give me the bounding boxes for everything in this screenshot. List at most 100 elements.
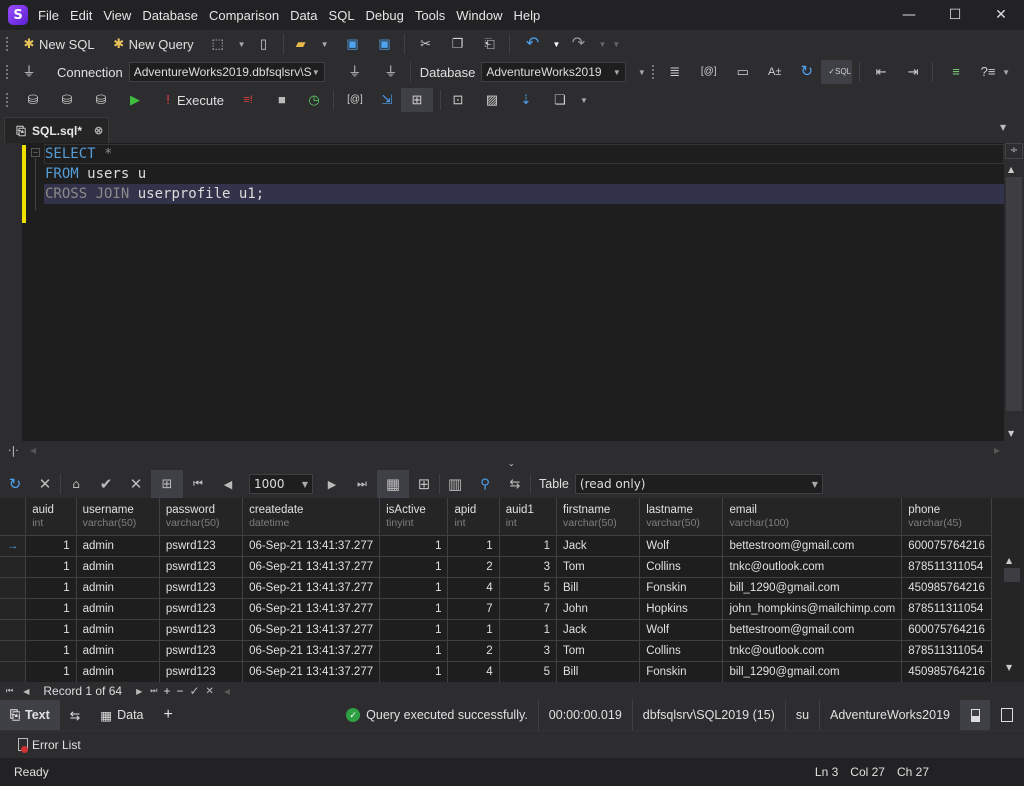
grid-cell-lastname[interactable]: Collins (639, 556, 724, 578)
editor-vertical-scrollbar[interactable]: ÷ ▲ ▼ (1004, 143, 1024, 441)
menu-comparison[interactable]: Comparison (209, 8, 279, 23)
scroll-up-icon[interactable]: ▲ (1008, 165, 1014, 174)
column-header[interactable]: username varchar(50) (76, 498, 160, 536)
grid-cell-email[interactable]: tnkc@outlook.com (722, 640, 903, 662)
menu-edit[interactable]: Edit (70, 8, 92, 23)
menu-sql[interactable]: SQL (329, 8, 355, 23)
table-row[interactable]: → 1 admin pswrd123 06-Sep-21 13:41:37.277 1 1 1… (0, 535, 992, 557)
column-header[interactable]: isActive tinyint (379, 498, 449, 536)
grid-cell-auid[interactable]: 1 (25, 619, 77, 641)
toolbar-grip[interactable] (651, 65, 655, 79)
page-size-select[interactable]: 1000 ▼ (249, 474, 313, 494)
grid-cell-firstname[interactable]: John (556, 598, 641, 620)
undo-dropdown-icon[interactable]: ▼ (553, 40, 561, 49)
panel-collapse-icon[interactable]: ⌄ (508, 459, 515, 468)
menu-help[interactable]: Help (513, 8, 540, 23)
grid-cell-lastname[interactable]: Wolf (639, 619, 724, 641)
new-document-dropdown-icon[interactable]: ▼ (238, 40, 246, 49)
open-dropdown-icon[interactable]: ▼ (321, 40, 329, 49)
grid-cell-createdate[interactable]: 06-Sep-21 13:41:37.277 (242, 577, 381, 599)
validate-sql-button[interactable]: ✓SQL (820, 60, 853, 84)
grid-cell-auid[interactable]: 1 (25, 556, 77, 578)
grid-cell-isActive[interactable]: 1 (379, 598, 449, 620)
toolbar-grip[interactable] (6, 65, 9, 79)
scroll-left-icon[interactable]: ◀ (30, 446, 36, 455)
grid-cell-password[interactable]: pswrd123 (159, 619, 244, 641)
grid-vertical-scrollbar[interactable]: ▲ ▼ (992, 498, 1024, 682)
insert-snippet-button[interactable]: ▭ (731, 60, 755, 84)
grid-cell-createdate[interactable]: 06-Sep-21 13:41:37.277 (242, 556, 381, 578)
grid-cell-isActive[interactable]: 1 (379, 661, 449, 682)
row-header[interactable] (0, 619, 27, 641)
new-document-button[interactable]: ⬚ (206, 32, 230, 56)
table-row[interactable]: 1 admin pswrd123 06-Sep-21 13:41:37.277 1 7 7 J… (0, 598, 992, 620)
column-header[interactable]: auid1 int (499, 498, 558, 536)
grid-cell-apid[interactable]: 1 (447, 619, 500, 641)
table-row[interactable]: 1 admin pswrd123 06-Sep-21 13:41:37.277 1 2 3 T… (0, 640, 992, 662)
open-button[interactable]: ▰ (289, 32, 313, 56)
column-header[interactable]: password varchar(50) (159, 498, 244, 536)
sql-editor[interactable]: − SELECT * FROM users u CROSS JOIN userp… (22, 143, 1004, 441)
grid-cell-auid[interactable]: 1 (25, 640, 77, 662)
grid-cell-password[interactable]: pswrd123 (159, 661, 244, 682)
copy-button[interactable]: ❐ (446, 32, 470, 56)
scroll-thumb[interactable] (1006, 177, 1022, 411)
grid-cell-lastname[interactable]: Fonskin (639, 577, 724, 599)
cancel-record-icon[interactable]: ✕ (206, 686, 214, 697)
row-header[interactable]: → (0, 535, 27, 557)
tab-data[interactable]: ▦ Data (90, 700, 153, 730)
collapse-region-icon[interactable]: − (31, 148, 40, 157)
first-page-button[interactable]: ⏮ (183, 470, 213, 498)
row-header[interactable] (0, 577, 27, 599)
scroll-down-icon[interactable]: ▼ (1008, 429, 1014, 438)
grid-cell-firstname[interactable]: Bill (556, 661, 641, 682)
grid-cell-lastname[interactable]: Wolf (639, 535, 724, 557)
column-header[interactable]: email varchar(100) (722, 498, 903, 536)
grid-cell-auid1[interactable]: 1 (499, 535, 558, 557)
next-page-button[interactable]: ▶ (317, 470, 347, 498)
export-button[interactable]: ⇲ (375, 88, 399, 112)
grid-cell-createdate[interactable]: 06-Sep-21 13:41:37.277 (242, 619, 381, 641)
cancel-button[interactable]: ✕ (30, 470, 60, 498)
db-check-button[interactable]: ⛁ (89, 88, 113, 112)
grid-cell-auid[interactable]: 1 (25, 661, 77, 682)
row-header[interactable] (0, 556, 27, 578)
row-header[interactable] (0, 661, 27, 682)
grid-cell-username[interactable]: admin (76, 556, 160, 578)
editor-horizontal-scrollbar[interactable]: ·|· ◀ ▶ ⌄ (0, 441, 1024, 468)
scroll-right-icon[interactable]: ▶ (994, 446, 1000, 455)
last-page-button[interactable]: ⏭ (347, 470, 377, 498)
column-header[interactable]: lastname varchar(50) (639, 498, 724, 536)
undo-button[interactable]: ↶ (521, 32, 545, 56)
toolbar-overflow-icon[interactable]: ▼ (638, 68, 646, 77)
prev-page-button[interactable]: ◀ (213, 470, 243, 498)
indent-button[interactable]: ⇥ (901, 60, 925, 84)
columns-button[interactable]: ▥ (440, 470, 470, 498)
grid-cell-firstname[interactable]: Jack (556, 619, 641, 641)
query-builder-button[interactable]: ⊡ (446, 88, 470, 112)
new-sql-button[interactable]: ✱ New SQL (17, 32, 99, 56)
grid-cell-phone[interactable]: 600075764216 (901, 535, 992, 557)
grid-cell-apid[interactable]: 1 (447, 535, 500, 557)
grid-cell-password[interactable]: pswrd123 (159, 577, 244, 599)
grid-cell-auid1[interactable]: 3 (499, 640, 558, 662)
paste-button[interactable]: ⎗ (478, 32, 502, 56)
table-row[interactable]: 1 admin pswrd123 06-Sep-21 13:41:37.277 1 4 5 B… (0, 661, 992, 682)
first-record-icon[interactable]: ⏮ (6, 686, 13, 696)
menu-data[interactable]: Data (290, 8, 317, 23)
grid-view-button[interactable]: ▦ (377, 470, 409, 498)
execute-current-button[interactable]: ≡! (236, 88, 260, 112)
grid-cell-auid1[interactable]: 5 (499, 661, 558, 682)
parameters-button[interactable]: [@] (697, 60, 721, 84)
grid-cell-phone[interactable]: 878511311054 (901, 556, 992, 578)
menu-file[interactable]: File (38, 8, 59, 23)
discard-changes-button[interactable]: ✕ (121, 470, 151, 498)
column-header[interactable]: auid int (25, 498, 77, 536)
edit-button[interactable]: ⌂ (61, 470, 91, 498)
grid-cell-phone[interactable]: 600075764216 (901, 619, 992, 641)
grid-cell-auid[interactable]: 1 (25, 577, 77, 599)
grid-cell-password[interactable]: pswrd123 (159, 535, 244, 557)
table-row[interactable]: 1 admin pswrd123 06-Sep-21 13:41:37.277 1 2 3 T… (0, 556, 992, 578)
toolbar-overflow-icon[interactable]: ▼ (580, 96, 588, 105)
find-button[interactable]: ⚲ (470, 470, 500, 498)
